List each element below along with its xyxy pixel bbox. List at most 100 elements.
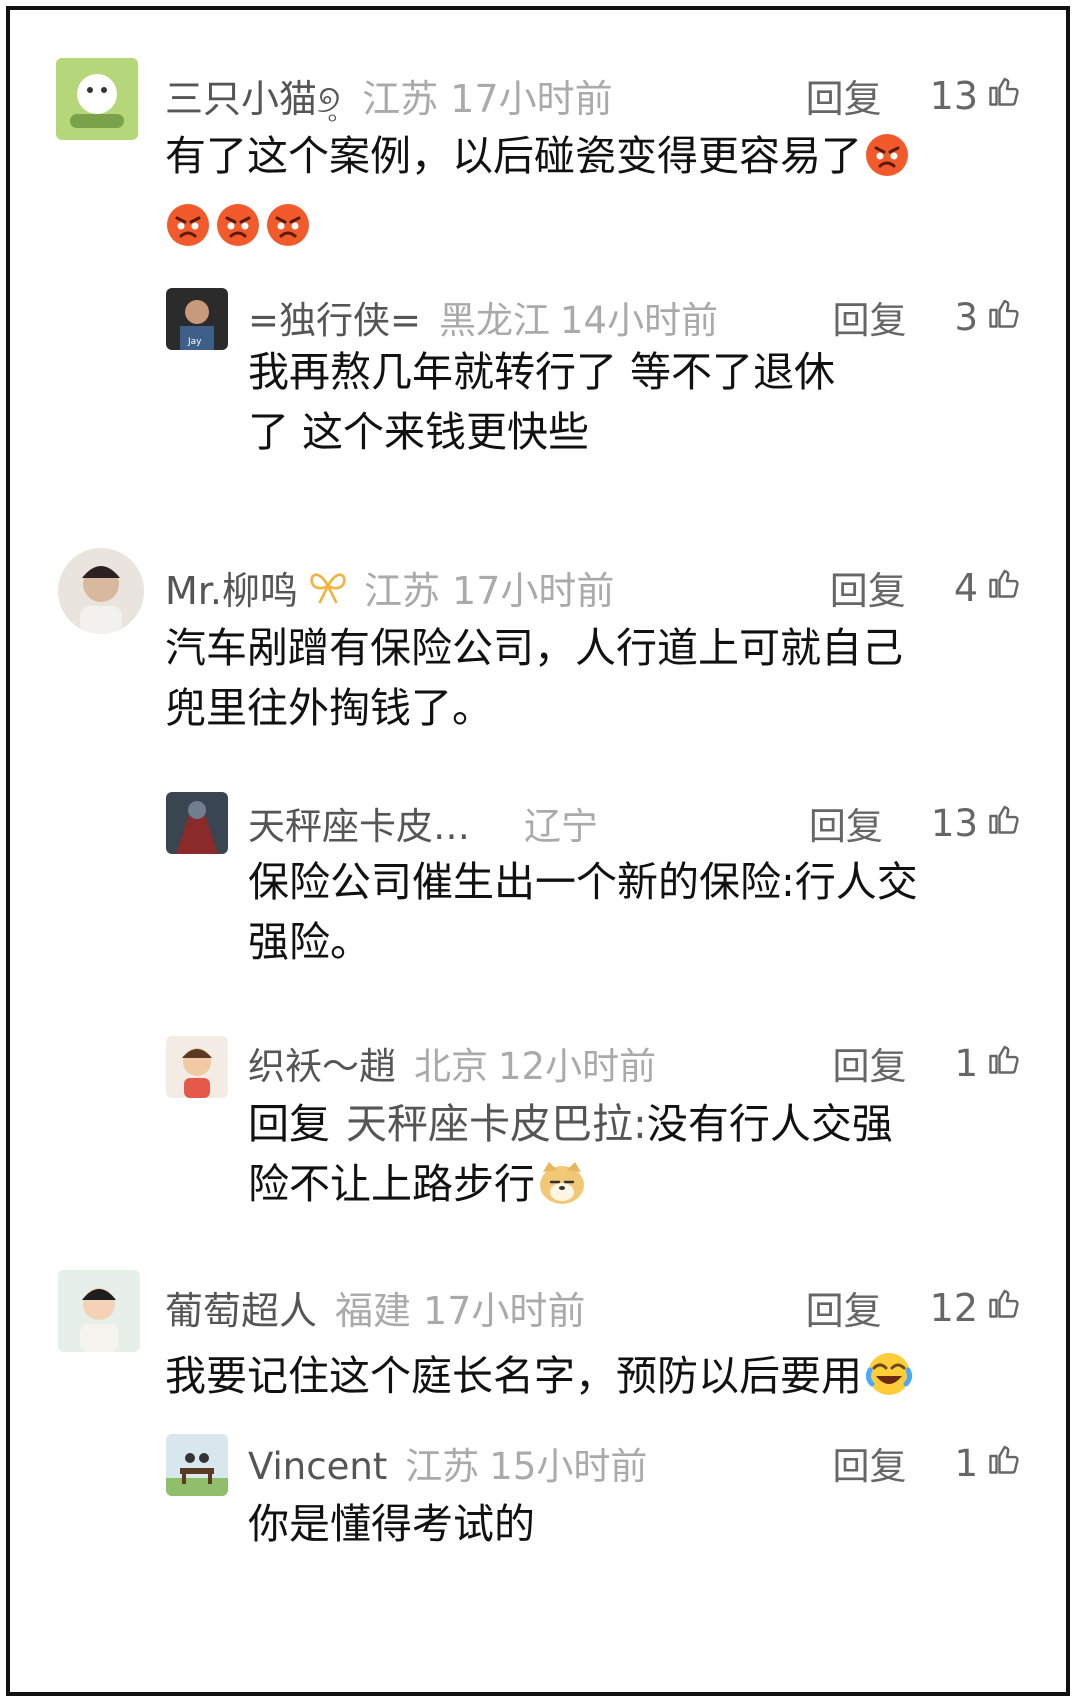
comment-item: 葡萄超人 福建 17小时前 回复 12 我要记住这个庭长名字，预防以后要用: [10, 1260, 1074, 1420]
thumbs-up-icon[interactable]: [986, 565, 1022, 610]
emoji-row: [165, 196, 1045, 264]
text-line: 我再熬几年就转行了 等不了退休: [248, 348, 836, 396]
comment-text: 我要记住这个庭长名字，预防以后要用: [165, 1346, 1055, 1414]
reply-button[interactable]: 回复: [806, 1280, 882, 1335]
comment-actions: 回复 4: [830, 560, 1022, 615]
angry-face-icon: [864, 132, 910, 194]
reply-button[interactable]: 回复: [832, 1436, 906, 1490]
comment-text-content: 有了这个案例，以后碰瓷变得更容易了: [165, 132, 862, 180]
reply-item: Vincent 江苏 15小时前 回复 1 你是懂得考试的: [10, 1420, 1074, 1620]
avatar[interactable]: [58, 1270, 140, 1352]
comment-item: Mr.柳鸣 江苏 17小时前 回复 4 汽车剐蹭有保险公司，人行道上可就自己 兜…: [10, 540, 1074, 750]
thumbs-up-icon[interactable]: [986, 73, 1022, 118]
comment-text: 有了这个案例，以后碰瓷变得更容易了: [165, 126, 1045, 264]
username[interactable]: 三只小猫୭̥: [165, 68, 340, 123]
comment-thread: 三只小猫୭̥ 江苏 17小时前 回复 13 有了这个案例，以后碰瓷变得更容易了 …: [6, 6, 1070, 1696]
text-line: 回复 天秤座卡皮巴拉:没有行人交强: [248, 1094, 1028, 1154]
reply-to-label: 回复: [248, 1100, 330, 1148]
like-count: 13: [929, 73, 978, 118]
svg-text:Jay: Jay: [187, 337, 202, 347]
comment-meta: 织袄～趙 北京 12小时前: [248, 1036, 656, 1090]
comment-text-content: 我要记住这个庭长名字，预防以后要用: [165, 1352, 862, 1400]
avatar[interactable]: [56, 58, 138, 140]
text-line-content: 没有行人交强: [646, 1100, 893, 1148]
comment-meta: Mr.柳鸣 江苏 17小时前: [165, 560, 614, 615]
comment-meta: =独行侠= 黑龙江 14小时前: [248, 290, 718, 344]
doge-face-icon: [537, 1160, 587, 1222]
thumbs-up-icon[interactable]: [986, 1285, 1022, 1330]
comment-meta: 葡萄超人 福建 17小时前: [165, 1280, 585, 1335]
comment-meta: Vincent 江苏 15小时前: [248, 1436, 647, 1490]
location: 北京: [414, 1045, 488, 1088]
reply-button[interactable]: 回复: [830, 560, 906, 615]
comment-actions: 回复 12: [806, 1280, 1022, 1335]
avatar[interactable]: [166, 792, 228, 854]
comment-actions: 回复 3: [832, 290, 1022, 344]
reply-button[interactable]: 回复: [832, 1036, 906, 1090]
thumbs-up-icon[interactable]: [986, 295, 1022, 340]
location: 福建: [335, 1289, 412, 1333]
like-count: 1: [954, 1041, 978, 1085]
text-line: 了 这个来钱更快些: [248, 408, 590, 456]
reply-item: 织袄～趙 北京 12小时前 回复 1 回复 天秤座卡皮巴拉:没有行人交强 险不让上…: [10, 1020, 1074, 1260]
comment-actions: 回复 13: [809, 796, 1022, 850]
comment-text: 你是懂得考试的: [248, 1494, 1028, 1554]
timestamp: 17小时前: [452, 569, 615, 613]
text-line-content: 险不让上路步行: [248, 1160, 535, 1208]
reply-button[interactable]: 回复: [806, 68, 882, 123]
avatar[interactable]: [166, 1036, 228, 1098]
thumbs-up-icon[interactable]: [986, 801, 1022, 846]
timestamp: 14小时前: [560, 299, 719, 342]
angry-face-icon: [165, 202, 211, 264]
location: 黑龙江: [439, 299, 551, 342]
comment-actions: 回复 13: [806, 68, 1022, 123]
timestamp: 17小时前: [450, 77, 613, 121]
angry-face-icon: [265, 202, 311, 264]
comment-actions: 回复 1: [832, 1436, 1022, 1490]
comment-text: 汽车剐蹭有保险公司，人行道上可就自己 兜里往外掏钱了。: [165, 618, 1045, 738]
avatar[interactable]: Jay: [166, 288, 228, 350]
thumbs-up-icon[interactable]: [986, 1041, 1022, 1086]
like-count: 4: [953, 565, 978, 610]
reply-button[interactable]: 回复: [809, 796, 883, 850]
timestamp: 17小时前: [423, 1289, 586, 1333]
comment-text: 我再熬几年就转行了 等不了退休 了 这个来钱更快些: [248, 342, 1028, 462]
username[interactable]: =独行侠=: [248, 290, 421, 344]
reply-item: 天秤座卡皮… 辽宁 回复 13 保险公司催生出一个新的保险:行人交 强险。: [10, 780, 1074, 1000]
angry-face-icon: [215, 202, 261, 264]
avatar[interactable]: [58, 548, 144, 634]
like-count: 13: [930, 801, 978, 845]
thumbs-up-icon[interactable]: [986, 1441, 1022, 1486]
username[interactable]: Mr.柳鸣: [165, 560, 298, 615]
location: 江苏: [364, 569, 441, 613]
ribbon-badge-icon: [308, 568, 348, 613]
laugh-cry-face-icon: [864, 1350, 914, 1414]
text-line: 兜里往外掏钱了。: [165, 684, 493, 732]
like-count: 3: [954, 295, 978, 339]
username[interactable]: 织袄～趙: [248, 1036, 396, 1090]
like-count: 12: [929, 1285, 978, 1330]
reply-button[interactable]: 回复: [832, 290, 906, 344]
username[interactable]: 葡萄超人: [165, 1280, 317, 1335]
username[interactable]: 天秤座卡皮…: [248, 796, 470, 850]
username[interactable]: Vincent: [248, 1445, 387, 1488]
comment-item: 三只小猫୭̥ 江苏 17小时前 回复 13 有了这个案例，以后碰瓷变得更容易了: [10, 10, 1074, 270]
location: 辽宁: [524, 805, 598, 848]
reply-to-user[interactable]: 天秤座卡皮巴拉:: [346, 1100, 647, 1148]
text-line: 强险。: [248, 918, 371, 966]
location: 江苏: [362, 77, 439, 121]
location: 江苏: [405, 1445, 480, 1488]
comment-text-content: 你是懂得考试的: [248, 1500, 535, 1548]
comment-meta: 三只小猫୭̥ 江苏 17小时前: [165, 68, 613, 123]
like-count: 1: [954, 1441, 978, 1485]
avatar[interactable]: [166, 1434, 228, 1496]
text-line: 险不让上路步行: [248, 1154, 1028, 1222]
timestamp: 12小时前: [498, 1045, 657, 1088]
comment-meta: 天秤座卡皮… 辽宁: [248, 796, 608, 850]
text-line: 保险公司催生出一个新的保险:行人交: [248, 858, 918, 906]
comment-text: 保险公司催生出一个新的保险:行人交 强险。: [248, 852, 1028, 972]
comment-text: 回复 天秤座卡皮巴拉:没有行人交强 险不让上路步行: [248, 1094, 1028, 1222]
comment-actions: 回复 1: [832, 1036, 1022, 1090]
reply-item: Jay =独行侠= 黑龙江 14小时前 回复 3 我再熬几年就转行了 等不了退休…: [10, 270, 1074, 510]
text-line: 汽车剐蹭有保险公司，人行道上可就自己: [165, 624, 903, 672]
